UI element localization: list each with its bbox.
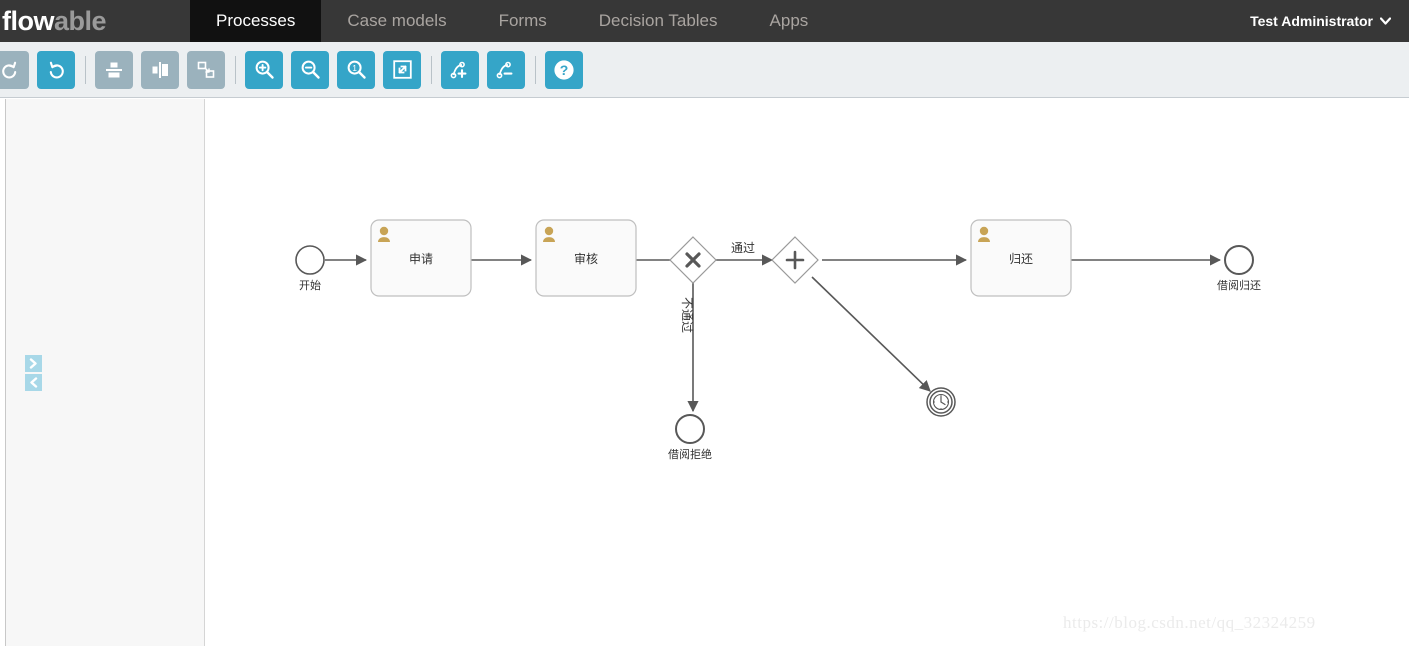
end-event-label-reject: 借阅拒绝 xyxy=(668,447,712,461)
nav-tab-processes[interactable]: Processes xyxy=(190,0,322,42)
panel-toggle-group xyxy=(25,355,42,391)
bpmn-timer-intermediate-event[interactable] xyxy=(926,387,956,417)
flow-label-fail: 不通过 xyxy=(680,297,694,333)
help-icon: ? xyxy=(553,59,575,81)
nav-tab-label: Processes xyxy=(216,11,296,30)
undo-icon xyxy=(46,60,66,80)
same-size-icon xyxy=(196,60,216,80)
left-properties-panel xyxy=(5,99,205,646)
chevron-down-icon xyxy=(1379,14,1392,28)
redo-button xyxy=(0,50,29,89)
redo-icon xyxy=(0,60,20,80)
flow-label-pass: 通过 xyxy=(731,241,755,255)
align-horizontal-icon xyxy=(150,60,170,80)
nav-tab-decision-tables[interactable]: Decision Tables xyxy=(573,0,744,42)
start-event-label: 开始 xyxy=(299,278,321,292)
align-vertical-icon xyxy=(104,60,124,80)
bpmn-start-event[interactable]: 开始 xyxy=(295,245,325,292)
remove-bendpoint-button[interactable] xyxy=(487,50,525,89)
flowable-logo[interactable]: flowable xyxy=(0,0,190,42)
nav-tab-apps[interactable]: Apps xyxy=(744,0,835,42)
align-horizontal-button xyxy=(141,50,179,89)
add-bendpoint-button[interactable] xyxy=(441,50,479,89)
zoom-out-button[interactable] xyxy=(291,50,329,89)
bpmn-end-event-reject[interactable]: 借阅拒绝 xyxy=(668,414,712,461)
toolbar-separator xyxy=(535,55,536,84)
toolbar-separator xyxy=(235,55,236,84)
nav-tab-label: Case models xyxy=(347,11,447,30)
nav-tab-label: Forms xyxy=(498,11,547,30)
toolbar-separator xyxy=(431,55,432,84)
zoom-fit-button[interactable] xyxy=(383,50,421,89)
svg-text:?: ? xyxy=(560,61,569,77)
user-task-label-apply: 申请 xyxy=(409,252,433,266)
nav-tab-case-models[interactable]: Case models xyxy=(321,0,472,42)
panel-collapse-button[interactable] xyxy=(25,374,42,391)
svg-text:1: 1 xyxy=(352,63,357,73)
user-menu-label: Test Administrator xyxy=(1250,13,1373,29)
zoom-in-button[interactable] xyxy=(245,50,283,89)
bpmn-canvas[interactable]: 通过 不通过 开始 申请 审核 归还 借阅归还 借阅拒绝 https://blo… xyxy=(206,99,1409,646)
help-button[interactable]: ? xyxy=(545,50,583,89)
toolbar-separator xyxy=(85,55,86,84)
undo-button[interactable] xyxy=(37,50,75,89)
brand-text-part2: able xyxy=(54,5,107,36)
nav-tabs: Processes Case models Forms Decision Tables… xyxy=(190,0,1250,42)
user-task-label-return: 归还 xyxy=(1009,252,1033,266)
nav-tab-label: Apps xyxy=(769,11,809,30)
user-task-label-review: 审核 xyxy=(574,251,598,266)
bpmn-user-task-review[interactable]: 审核 xyxy=(535,219,637,297)
top-navbar: flowable Processes Case models Forms Decisi… xyxy=(0,0,1409,42)
flow-parallel-timer[interactable] xyxy=(811,276,931,392)
bendpoint-add-icon xyxy=(450,59,471,80)
zoom-in-icon xyxy=(254,59,275,80)
same-size-button xyxy=(187,50,225,89)
zoom-actual-icon: 1 xyxy=(346,59,367,80)
align-vertical-button xyxy=(95,50,133,89)
bendpoint-remove-icon xyxy=(496,59,517,80)
nav-tab-label: Decision Tables xyxy=(598,11,718,30)
panel-expand-button[interactable] xyxy=(25,355,42,372)
end-event-label-return: 借阅归还 xyxy=(1217,278,1261,292)
bpmn-parallel-gateway[interactable] xyxy=(771,236,819,284)
editor-toolbar: 1? xyxy=(0,42,1409,98)
zoom-actual-button[interactable]: 1 xyxy=(337,50,375,89)
bpmn-exclusive-gateway[interactable] xyxy=(669,236,717,284)
zoom-fit-icon xyxy=(392,59,413,80)
bpmn-user-task-return[interactable]: 归还 xyxy=(970,219,1072,297)
bpmn-end-event-return[interactable]: 借阅归还 xyxy=(1217,245,1261,292)
user-menu[interactable]: Test Administrator xyxy=(1250,0,1409,42)
bpmn-diagram: 通过 不通过 开始 申请 审核 归还 借阅归还 借阅拒绝 xyxy=(295,219,1261,461)
brand-text: flowable xyxy=(2,5,107,36)
brand-text-part1: flow xyxy=(2,5,55,36)
watermark-text: https://blog.csdn.net/qq_32324259 xyxy=(1063,613,1316,632)
bpmn-user-task-apply[interactable]: 申请 xyxy=(370,219,472,297)
zoom-out-icon xyxy=(300,59,321,80)
nav-tab-forms[interactable]: Forms xyxy=(473,0,573,42)
